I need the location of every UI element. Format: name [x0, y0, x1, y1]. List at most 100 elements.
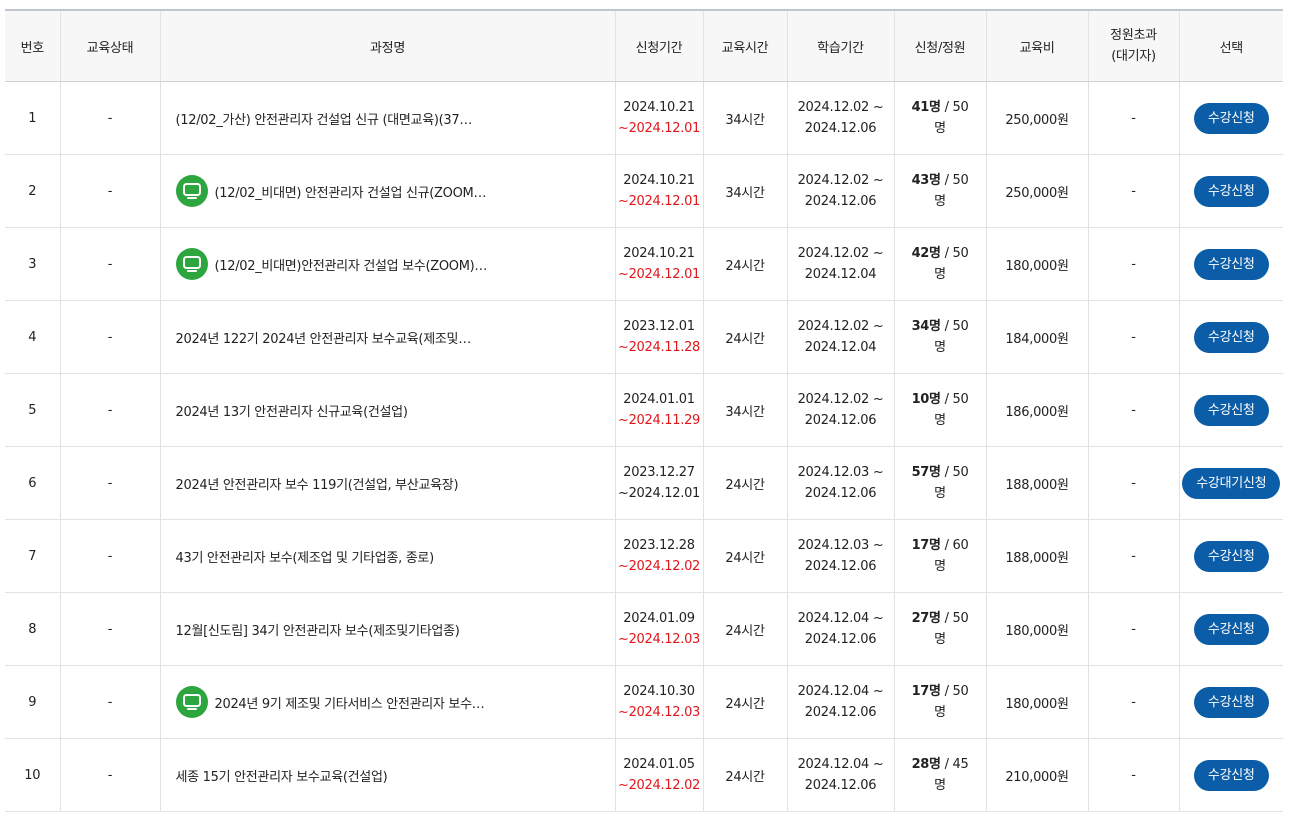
table-header-row: 번호 교육상태 과정명 신청기간 교육시간 학습기간 신청/정원 교육비 정원초…: [5, 9, 1283, 82]
apply-button[interactable]: 수강신청: [1193, 540, 1269, 572]
row-course-name-cell: 2024년 13기 안전관리자 신규교육(건설업): [159, 373, 615, 447]
apply-start: 2024.10.21: [623, 246, 695, 261]
header-waitlist-label: (대기자): [1111, 49, 1156, 64]
capacity-count: / 50: [944, 684, 969, 699]
study-start: 2024.12.02 ~: [797, 173, 884, 188]
header-over-capacity-label: 정원초과: [1110, 28, 1157, 43]
row-fee: 184,000원: [985, 300, 1088, 374]
row-waitlist: -: [1087, 373, 1179, 447]
course-title-link[interactable]: (12/02_비대면)안전관리자 건설업 보수(ZOOM)…: [215, 255, 488, 274]
capacity-unit: 명: [934, 121, 946, 136]
applied-capacity-line: 17명 / 50: [895, 681, 986, 702]
apply-button[interactable]: 수강신청: [1193, 175, 1269, 207]
study-end: 2024.12.06: [804, 486, 877, 501]
course-title-wrap: 43기 안전관리자 보수(제조업 및 기타업종, 종로): [176, 547, 615, 566]
row-hours: 24시간: [702, 227, 787, 301]
header-course-name: 과정명: [159, 9, 615, 82]
applied-capacity-line: 17명 / 60: [895, 535, 986, 556]
row-number: 8: [5, 592, 60, 666]
row-fee: 210,000원: [985, 738, 1088, 812]
applied-count: 41명: [911, 100, 941, 115]
row-number: 4: [5, 300, 60, 374]
table-row: 1 - (12/02_가산) 안전관리자 건설업 신규 (대면교육)(37기) …: [5, 81, 1283, 155]
apply-button[interactable]: 수강신청: [1193, 321, 1269, 353]
apply-end: ~2024.12.01: [617, 267, 701, 282]
course-title-link[interactable]: 43기 안전관리자 보수(제조업 및 기타업종, 종로): [176, 547, 434, 566]
table-row: 3 - (12/02_비대면)안전관리자 건설업 보수(ZOOM)… 2024.…: [5, 227, 1283, 301]
row-study-period: 2024.12.02 ~ 2024.12.04: [786, 300, 894, 374]
course-title-link[interactable]: 2024년 안전관리자 보수 119기(건설업, 부산교육장): [176, 474, 459, 493]
row-number: 5: [5, 373, 60, 447]
study-end: 2024.12.06: [804, 705, 877, 720]
row-waitlist: -: [1087, 665, 1179, 739]
course-title-link[interactable]: (12/02_비대면) 안전관리자 건설업 신규(ZOOM…: [215, 182, 487, 201]
row-course-name-cell: (12/02_비대면)안전관리자 건설업 보수(ZOOM)…: [159, 227, 615, 301]
row-fee: 250,000원: [985, 154, 1088, 228]
course-title-link[interactable]: 2024년 9기 제조및 기타서비스 안전관리자 보수…: [215, 693, 485, 712]
study-start: 2024.12.02 ~: [797, 392, 884, 407]
row-applied-capacity: 10명 / 50 명: [893, 373, 986, 447]
apply-end: ~2024.12.01: [617, 486, 701, 501]
row-status: -: [59, 300, 160, 374]
row-apply-period: 2024.10.30 ~2024.12.03: [614, 665, 703, 739]
apply-button[interactable]: 수강신청: [1193, 394, 1269, 426]
row-fee: 250,000원: [985, 81, 1088, 155]
capacity-count: / 50: [944, 392, 969, 407]
applied-count: 28명: [911, 757, 941, 772]
applied-count: 34명: [911, 319, 941, 334]
row-waitlist: -: [1087, 154, 1179, 228]
apply-start: 2024.01.05: [623, 757, 695, 772]
course-title-link[interactable]: (12/02_가산) 안전관리자 건설업 신규 (대면교육)(37기): [176, 109, 476, 128]
course-table-wrapper: 번호 교육상태 과정명 신청기간 교육시간 학습기간 신청/정원 교육비 정원초…: [5, 9, 1283, 812]
row-status: -: [59, 227, 160, 301]
applied-count: 42명: [911, 246, 941, 261]
row-number: 2: [5, 154, 60, 228]
row-study-period: 2024.12.02 ~ 2024.12.06: [786, 373, 894, 447]
row-apply-period: 2023.12.27 ~2024.12.01: [614, 446, 703, 520]
capacity-unit: 명: [934, 632, 946, 647]
course-title-link[interactable]: 2024년 13기 안전관리자 신규교육(건설업): [176, 401, 408, 420]
row-waitlist: -: [1087, 227, 1179, 301]
row-study-period: 2024.12.04 ~ 2024.12.06: [786, 738, 894, 812]
header-fee: 교육비: [985, 9, 1088, 82]
table-row: 4 - 2024년 122기 2024년 안전관리자 보수교육(제조및기타) 2…: [5, 300, 1283, 374]
apply-button[interactable]: 수강신청: [1193, 759, 1269, 791]
row-hours: 24시간: [702, 300, 787, 374]
row-waitlist: -: [1087, 300, 1179, 374]
row-study-period: 2024.12.03 ~ 2024.12.06: [786, 519, 894, 593]
row-waitlist: -: [1087, 81, 1179, 155]
course-title-wrap: (12/02_비대면) 안전관리자 건설업 신규(ZOOM…: [175, 175, 615, 207]
course-title-link[interactable]: 세종 15기 안전관리자 보수교육(건설업): [176, 766, 388, 785]
apply-button[interactable]: 수강신청: [1193, 686, 1269, 718]
row-applied-capacity: 17명 / 50 명: [893, 665, 986, 739]
apply-end: ~2024.11.28: [617, 340, 701, 355]
apply-button[interactable]: 수강대기신청: [1182, 467, 1281, 499]
row-fee: 180,000원: [985, 665, 1088, 739]
applied-capacity-line: 28명 / 45: [895, 754, 986, 775]
row-apply-period: 2024.01.09 ~2024.12.03: [614, 592, 703, 666]
row-applied-capacity: 43명 / 50 명: [893, 154, 986, 228]
row-hours: 24시간: [702, 665, 787, 739]
table-row: 2 - (12/02_비대면) 안전관리자 건설업 신규(ZOOM… 2024.…: [5, 154, 1283, 228]
applied-count: 27명: [911, 611, 941, 626]
row-waitlist: -: [1087, 738, 1179, 812]
row-study-period: 2024.12.02 ~ 2024.12.06: [786, 154, 894, 228]
apply-button[interactable]: 수강신청: [1193, 102, 1269, 134]
monitor-icon: [175, 175, 208, 207]
header-status: 교육상태: [59, 9, 160, 82]
capacity-count: / 50: [944, 246, 969, 261]
course-title-link[interactable]: 12월[신도림] 34기 안전관리자 보수(제조및기타업종): [176, 620, 460, 639]
table-row: 5 - 2024년 13기 안전관리자 신규교육(건설업) 2024.01.01…: [5, 373, 1283, 447]
apply-button[interactable]: 수강신청: [1193, 613, 1269, 645]
row-course-name-cell: 2024년 9기 제조및 기타서비스 안전관리자 보수…: [159, 665, 615, 739]
apply-end: ~2024.12.03: [617, 632, 701, 647]
course-title-link[interactable]: 2024년 122기 2024년 안전관리자 보수교육(제조및기타): [176, 328, 476, 347]
apply-end: ~2024.12.02: [617, 559, 701, 574]
study-start: 2024.12.03 ~: [797, 538, 884, 553]
capacity-count: / 60: [944, 538, 969, 553]
study-end: 2024.12.06: [804, 559, 877, 574]
row-study-period: 2024.12.02 ~ 2024.12.06: [786, 81, 894, 155]
study-end: 2024.12.04: [804, 340, 877, 355]
apply-button[interactable]: 수강신청: [1193, 248, 1269, 280]
apply-end: ~2024.12.02: [617, 778, 701, 793]
